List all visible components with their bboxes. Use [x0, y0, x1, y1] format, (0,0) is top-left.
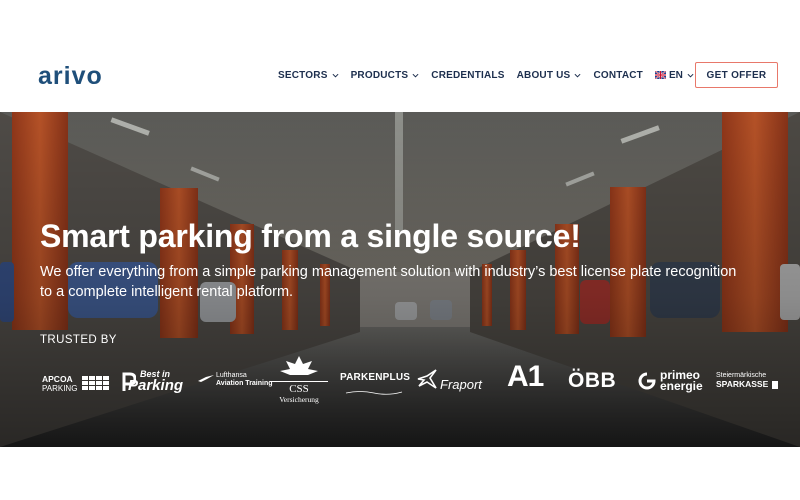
apcoa-logo-text: APCOA — [42, 374, 73, 384]
main-nav: SECTORS PRODUCTS CREDENTIALS ABOUT US CO… — [278, 68, 694, 82]
lufthansa-text: Lufthansa — [216, 372, 247, 379]
chevron-down-icon — [687, 73, 694, 78]
css-versicherung-logo: CSS Versicherung — [270, 356, 328, 412]
obb-text: ÖBB — [568, 369, 617, 392]
fraport-text: Fraport — [440, 377, 482, 392]
a1-text: A1 — [507, 360, 544, 393]
energie-text: energie — [660, 379, 703, 393]
obb-logo: ÖBB — [568, 369, 616, 393]
chevron-down-icon — [412, 73, 419, 78]
nav-sectors-label: SECTORS — [278, 69, 328, 81]
sparkasse-s-icon — [772, 381, 778, 389]
uk-flag-icon — [654, 71, 666, 79]
apcoa-grid-icon — [82, 376, 109, 390]
primeo-swirl-icon — [638, 372, 656, 390]
chevron-down-icon — [332, 73, 339, 78]
parkenplus-text: PARKENPLUS — [340, 372, 411, 383]
steiermaerkische-text: Steiermärkische — [716, 372, 767, 379]
versicherung-text: Versicherung — [279, 395, 319, 404]
hero-section: Smart parking from a single source! We o… — [0, 112, 800, 447]
parking-text: Parking — [128, 377, 184, 394]
nav-products[interactable]: PRODUCTS — [351, 70, 420, 81]
language-label: EN — [668, 69, 683, 81]
nav-sectors[interactable]: SECTORS — [278, 70, 339, 81]
sparkasse-text: SPARKASSE — [716, 379, 769, 389]
nav-about-label: ABOUT US — [516, 69, 571, 81]
language-selector[interactable]: EN — [654, 69, 694, 81]
fraport-star-icon — [417, 369, 437, 389]
nav-credentials-label: CREDENTIALS — [431, 69, 505, 81]
nav-about-us[interactable]: ABOUT US — [517, 70, 582, 81]
css-text: CSS — [289, 383, 309, 395]
apcoa-logo-subtext: PARKING — [42, 384, 78, 393]
aviation-training-text: Aviation Training — [216, 380, 273, 387]
get-offer-button[interactable]: GET OFFER — [695, 62, 778, 88]
apcoa-parking-logo: APCOA PARKING — [42, 374, 109, 393]
crane-icon — [198, 375, 214, 382]
a1-logo: A1 — [507, 360, 544, 394]
nav-products-label: PRODUCTS — [350, 69, 409, 81]
hero-subtitle: We offer everything from a simple parkin… — [40, 264, 737, 300]
page-bottom-space — [0, 447, 800, 500]
leaf-emblem-icon — [280, 356, 318, 375]
nav-contact[interactable]: CONTACT — [593, 70, 643, 81]
chevron-down-icon — [574, 73, 581, 78]
nav-credentials[interactable]: CREDENTIALS — [431, 70, 504, 81]
trusted-by-label: TRUSTED BY — [40, 334, 117, 346]
sparkasse-logo: Steiermärkische SPARKASSE — [716, 372, 778, 389]
arivo-logo[interactable]: arivo — [38, 62, 130, 90]
parkenplus-tagline-icon — [345, 391, 403, 395]
hero-title: Smart parking from a single source! — [40, 218, 581, 254]
partner-logos: APCOA PARKING Best in Parking Lufthansa … — [40, 356, 780, 416]
site-header: arivo SECTORS PRODUCTS CREDENTIALS ABOUT… — [0, 0, 800, 112]
parkenplus-logo: PARKENPLUS — [340, 372, 410, 401]
nav-contact-label: CONTACT — [593, 69, 643, 81]
svg-text:arivo: arivo — [38, 62, 103, 90]
